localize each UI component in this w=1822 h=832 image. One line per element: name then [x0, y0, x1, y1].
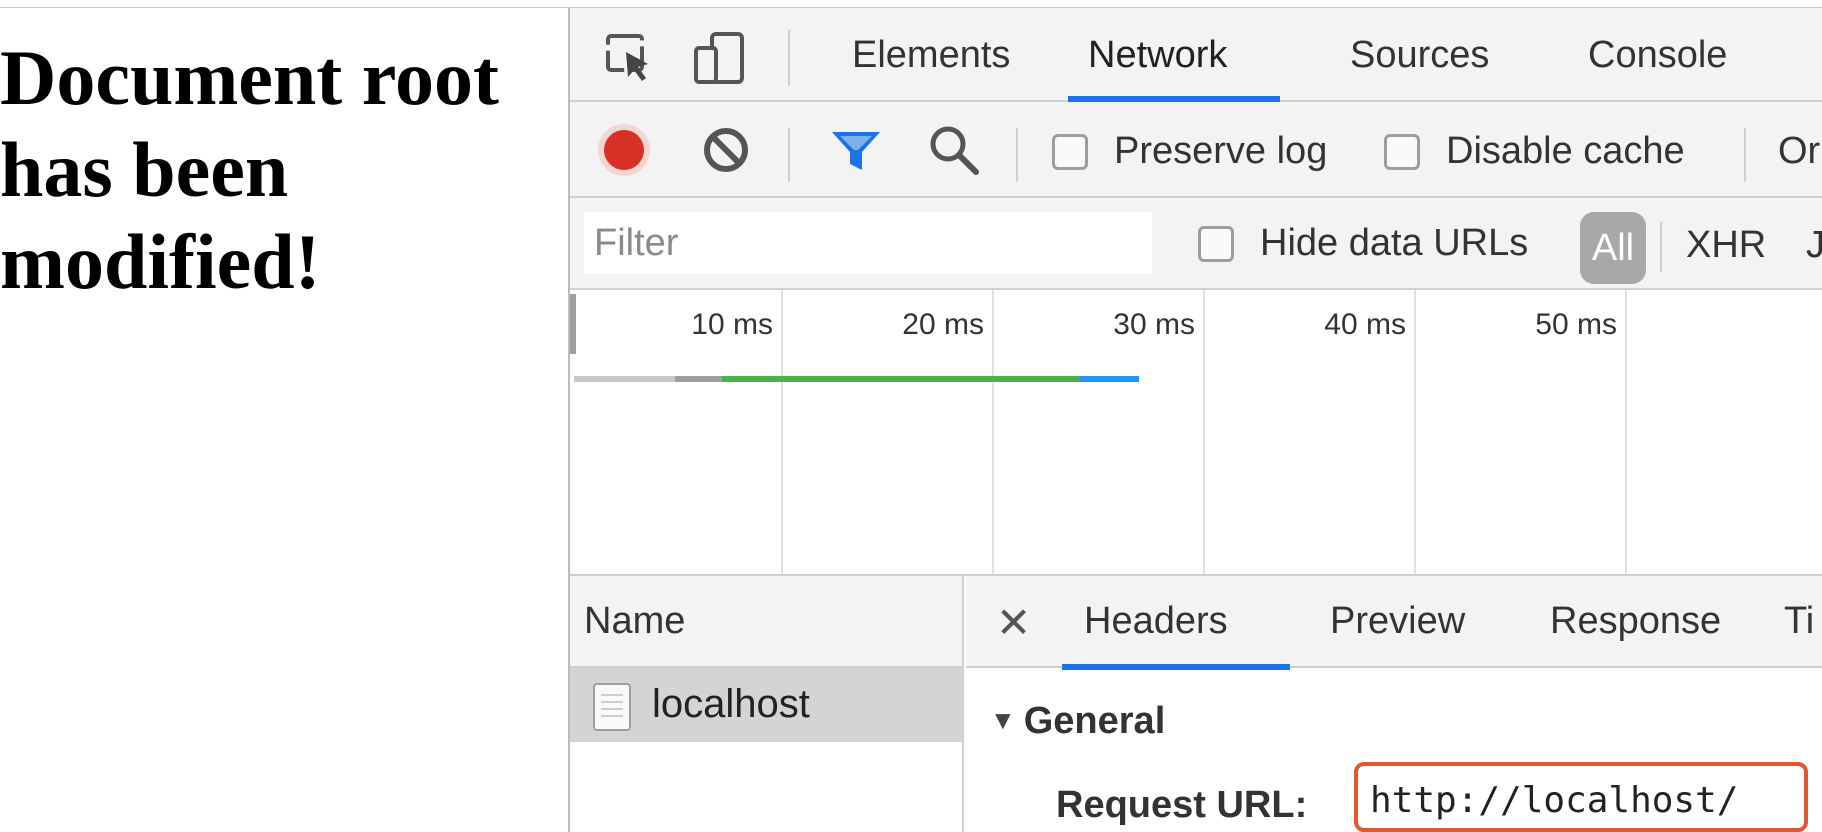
- request-details: ✕ Headers Preview Response Ti ▼ General R…: [966, 576, 1822, 832]
- page-heading: Document root has been modified!: [0, 34, 499, 305]
- tab-headers[interactable]: Headers: [1084, 600, 1228, 643]
- details-tabbar: ✕ Headers Preview Response Ti: [966, 576, 1822, 670]
- overview-tick-label: 40 ms: [1324, 308, 1406, 341]
- timing-bar-queue: [574, 376, 676, 382]
- overview-drag-handle[interactable]: [570, 294, 576, 354]
- hide-data-urls-checkbox[interactable]: [1198, 226, 1234, 262]
- timing-bar-stalled: [675, 376, 722, 382]
- overview-tick-label: 20 ms: [902, 308, 984, 341]
- overview-gridline: [992, 290, 994, 574]
- name-column-label: Name: [584, 600, 686, 642]
- overview-tick-label: 30 ms: [1113, 308, 1195, 341]
- timing-bar-waiting: [721, 376, 1081, 382]
- filter-bar: Hide data URLs All XHR J: [570, 198, 1822, 290]
- tab-console[interactable]: Console: [1588, 34, 1727, 77]
- request-url-key: Request URL:: [1056, 784, 1308, 826]
- type-filter-all[interactable]: All: [1580, 212, 1646, 284]
- overview-gridline: [1414, 290, 1416, 574]
- type-filter-js[interactable]: J: [1806, 224, 1822, 267]
- close-icon[interactable]: ✕: [996, 598, 1031, 647]
- request-url-value[interactable]: http://localhost/: [1354, 762, 1808, 832]
- overview-tick-label: 50 ms: [1535, 308, 1617, 341]
- toolbar-separator: [788, 128, 790, 182]
- record-icon[interactable]: [594, 120, 654, 180]
- search-icon[interactable]: [924, 120, 984, 180]
- toolbar-separator: [1016, 128, 1018, 182]
- tab-timing[interactable]: Ti: [1784, 600, 1814, 643]
- overview-gridline: [1203, 290, 1205, 574]
- tab-preview[interactable]: Preview: [1330, 600, 1465, 643]
- request-row[interactable]: localhost: [570, 668, 962, 742]
- type-filter-separator: [1660, 222, 1662, 272]
- filter-icon[interactable]: [826, 120, 886, 180]
- overview-tick-label: 10 ms: [691, 308, 773, 341]
- tab-sources[interactable]: Sources: [1350, 34, 1489, 77]
- tab-response[interactable]: Response: [1550, 600, 1721, 643]
- devtools-panel: Elements Network Sources Console Preserv…: [568, 8, 1822, 832]
- timing-bar-download: [1080, 376, 1140, 382]
- active-details-tab-indicator: [1062, 664, 1290, 670]
- document-icon: [593, 683, 631, 731]
- general-section-label: General: [1023, 700, 1166, 742]
- devtools-tabbar: Elements Network Sources Console: [570, 8, 1822, 102]
- device-toolbar-icon[interactable]: [692, 30, 748, 86]
- toolbar-separator: [1744, 128, 1746, 182]
- inspect-element-icon[interactable]: [602, 30, 658, 86]
- network-overview-timeline[interactable]: 10 ms 20 ms 30 ms 40 ms 50 ms: [570, 290, 1822, 576]
- preserve-log-checkbox[interactable]: [1052, 134, 1088, 170]
- type-filter-xhr[interactable]: XHR: [1686, 224, 1766, 267]
- network-toolbar: Preserve log Disable cache Or: [570, 102, 1822, 198]
- triangle-down-icon: ▼: [990, 705, 1016, 735]
- tabbar-separator: [788, 30, 790, 86]
- overview-gridline: [781, 290, 783, 574]
- tab-elements[interactable]: Elements: [852, 34, 1010, 77]
- requests-split-view: Name localhost ✕ Headers Preview Respons…: [570, 576, 1822, 832]
- browser-top-border: [0, 0, 1822, 8]
- hide-data-urls-label[interactable]: Hide data URLs: [1260, 222, 1528, 265]
- name-column-header[interactable]: Name: [570, 576, 962, 668]
- tab-network[interactable]: Network: [1088, 34, 1227, 77]
- general-section-header[interactable]: ▼ General: [990, 700, 1165, 743]
- disable-cache-checkbox[interactable]: [1384, 134, 1420, 170]
- disable-cache-label[interactable]: Disable cache: [1446, 130, 1685, 173]
- overview-gridline: [1625, 290, 1627, 574]
- preserve-log-label[interactable]: Preserve log: [1114, 130, 1327, 173]
- throttling-select[interactable]: Or: [1778, 130, 1820, 173]
- filter-input[interactable]: [584, 212, 1152, 274]
- request-name: localhost: [652, 682, 810, 726]
- requests-list: Name localhost: [570, 576, 964, 832]
- clear-icon[interactable]: [696, 120, 756, 180]
